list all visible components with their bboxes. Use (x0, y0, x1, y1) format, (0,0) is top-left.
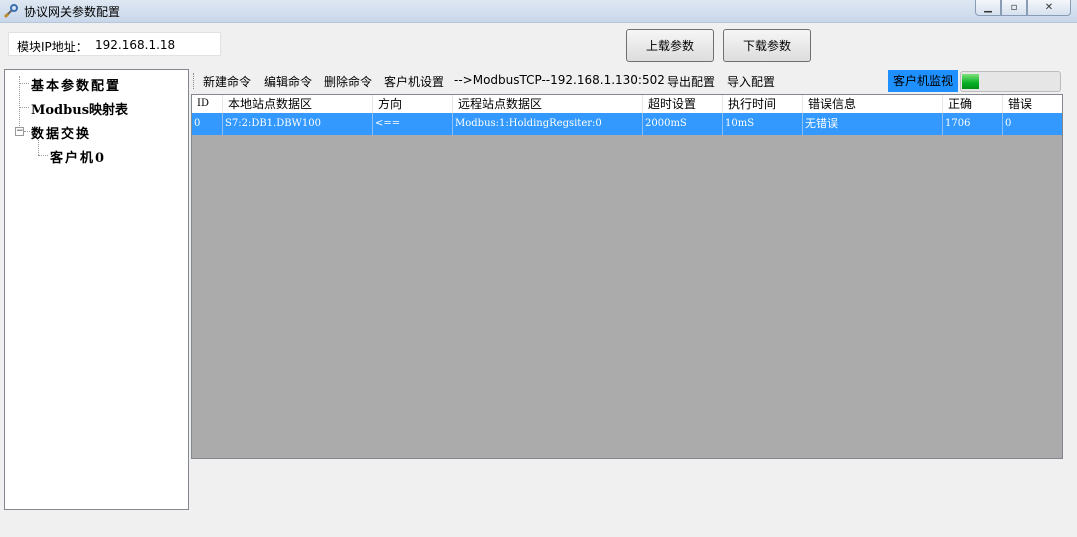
cell-remote-data: Modbus:1:HoldingRegsiter:0 (453, 113, 643, 135)
tree-item-client0[interactable]: 客户机0 (50, 147, 106, 166)
command-table: ID 本地站点数据区 方向 远程站点数据区 超时设置 执行时间 错误信息 正确 … (191, 94, 1063, 459)
tree-connector (19, 107, 29, 108)
app-icon (3, 3, 19, 19)
title-bar: 协议网关参数配置 ▁ ▫ ✕ (0, 0, 1077, 23)
progress-fill (962, 74, 980, 89)
edit-command-button[interactable]: 编辑命令 (264, 73, 312, 90)
cell-direction: <== (373, 113, 453, 135)
tree-connector (19, 83, 29, 84)
cell-timeout: 2000mS (643, 113, 723, 135)
connection-label: -->ModbusTCP--192.168.1.130:502 (454, 73, 665, 87)
column-header-direction[interactable]: 方向 (373, 95, 453, 113)
close-button[interactable]: ✕ (1027, 0, 1071, 16)
minimize-icon: ▁ (984, 2, 992, 13)
window-controls: ▁ ▫ ✕ (975, 0, 1071, 18)
cell-id: 0 (192, 113, 223, 135)
ip-address-panel: 模块IP地址： 192.168.1.18 (8, 32, 221, 56)
column-header-remote-data[interactable]: 远程站点数据区 (453, 95, 643, 113)
cell-error-info: 无错误 (803, 113, 943, 135)
column-header-error[interactable]: 错误 (1003, 95, 1062, 113)
table-header: ID 本地站点数据区 方向 远程站点数据区 超时设置 执行时间 错误信息 正确 … (192, 95, 1062, 113)
window-title: 协议网关参数配置 (24, 5, 121, 19)
cell-correct: 1706 (943, 113, 1003, 135)
tree-item-basic-config[interactable]: 基本参数配置 (31, 75, 121, 94)
tree-item-data-exchange[interactable]: 数据交换 (31, 123, 91, 142)
client-settings-button[interactable]: 客户机设置 (384, 73, 444, 90)
download-params-button[interactable]: 下载参数 (723, 29, 811, 62)
cell-error: 0 (1003, 113, 1062, 135)
export-config-button[interactable]: 导出配置 (667, 73, 715, 90)
column-header-error-info[interactable]: 错误信息 (803, 95, 943, 113)
nav-tree: − 基本参数配置 Modbus映射表 数据交换 客户机0 (4, 69, 189, 510)
maximize-icon: ▫ (1010, 2, 1018, 13)
upload-params-button[interactable]: 上载参数 (626, 29, 714, 62)
tree-connector (24, 131, 30, 132)
column-header-exec-time[interactable]: 执行时间 (723, 95, 803, 113)
cell-local-data: S7:2:DB1.DBW100 (223, 113, 373, 135)
toolbar-grip (193, 73, 196, 89)
close-icon: ✕ (1044, 2, 1054, 13)
client-monitor-label[interactable]: 客户机监视 (888, 70, 958, 92)
table-row[interactable]: 0 S7:2:DB1.DBW100 <== Modbus:1:HoldingRe… (192, 113, 1062, 135)
maximize-button[interactable]: ▫ (1001, 0, 1027, 16)
client-monitor-progress (960, 71, 1061, 92)
tree-connector (38, 155, 48, 156)
ip-address-label: 模块IP地址： (17, 40, 88, 54)
column-header-timeout[interactable]: 超时设置 (643, 95, 723, 113)
tree-connector (19, 76, 20, 132)
column-header-local-data[interactable]: 本地站点数据区 (223, 95, 373, 113)
cell-exec-time: 10mS (723, 113, 803, 135)
collapse-icon[interactable]: − (15, 127, 24, 136)
column-header-correct[interactable]: 正确 (943, 95, 1003, 113)
tree-item-modbus-map[interactable]: Modbus映射表 (31, 99, 128, 118)
delete-command-button[interactable]: 删除命令 (324, 73, 372, 90)
minimize-button[interactable]: ▁ (975, 0, 1001, 16)
import-config-button[interactable]: 导入配置 (727, 73, 775, 90)
column-header-id[interactable]: ID (192, 95, 223, 113)
ip-address-value: 192.168.1.18 (95, 38, 176, 52)
new-command-button[interactable]: 新建命令 (203, 73, 251, 90)
